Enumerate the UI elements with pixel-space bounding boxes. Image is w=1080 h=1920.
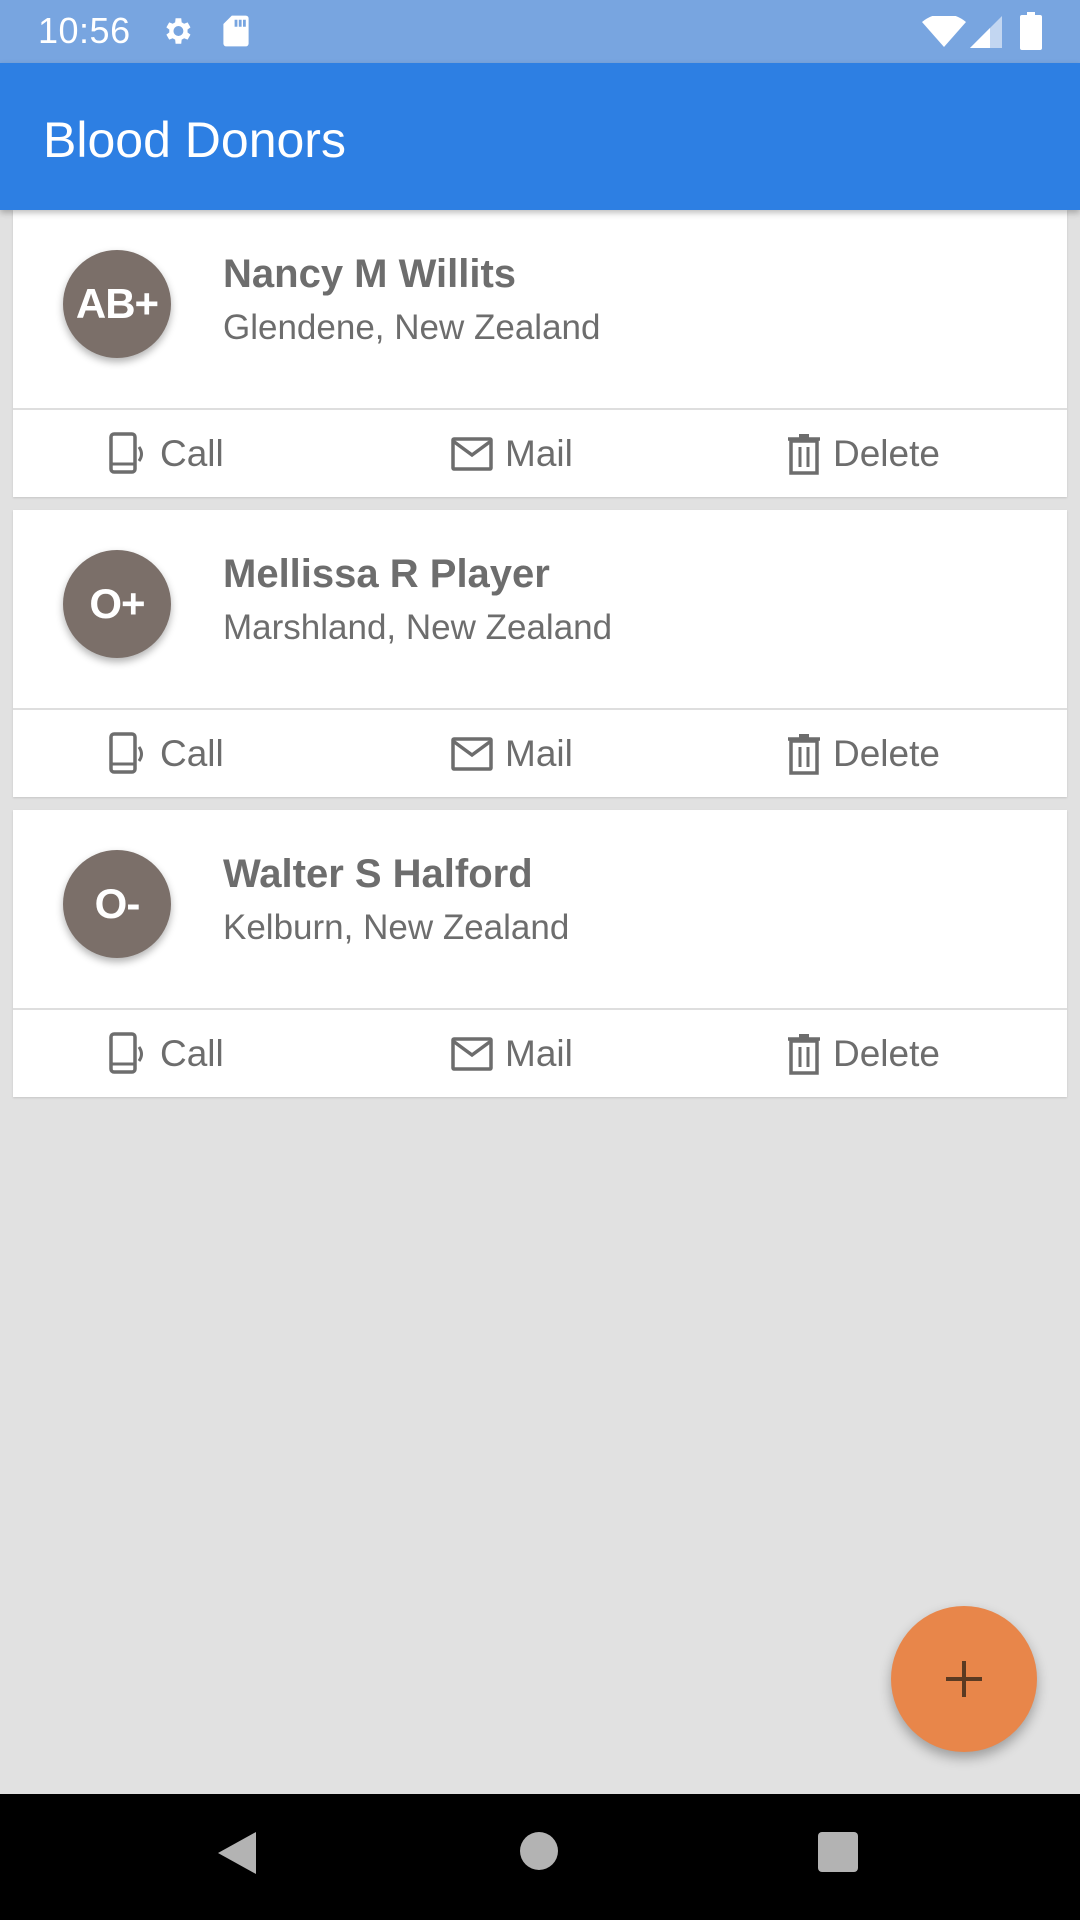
delete-label: Delete <box>833 432 940 474</box>
mail-icon <box>451 736 493 771</box>
donor-card-actions: Call Mail Delete <box>13 710 1067 797</box>
donor-list: AB+ Nancy M Willits Glendene, New Zealan… <box>13 210 1067 1110</box>
sd-card-icon <box>223 15 249 47</box>
donor-name: Mellissa R Player <box>223 552 550 596</box>
call-button[interactable]: Call <box>108 710 224 797</box>
app-bar: Blood Donors <box>0 63 1080 210</box>
delete-button[interactable]: Delete <box>787 1010 940 1097</box>
phone-icon <box>109 731 143 774</box>
delete-label: Delete <box>833 1032 940 1074</box>
battery-icon <box>1020 12 1042 50</box>
mail-icon <box>451 436 493 471</box>
home-icon[interactable] <box>520 1832 558 1870</box>
back-icon[interactable] <box>216 1830 258 1876</box>
donor-location: Kelburn, New Zealand <box>223 908 570 947</box>
donor-card-header[interactable]: O+ Mellissa R Player Marshland, New Zeal… <box>13 510 1067 710</box>
donor-card-header[interactable]: AB+ Nancy M Willits Glendene, New Zealan… <box>13 210 1067 410</box>
donor-location: Marshland, New Zealand <box>223 608 613 647</box>
call-button[interactable]: Call <box>108 410 224 497</box>
recents-icon[interactable] <box>818 1832 858 1872</box>
system-nav-bar <box>0 1794 1080 1920</box>
status-bar: 10:56 <box>0 0 1080 63</box>
delete-button[interactable]: Delete <box>787 710 940 797</box>
blood-type-avatar: O- <box>63 850 171 958</box>
phone-icon <box>109 431 143 474</box>
trash-icon <box>788 733 820 775</box>
donor-name: Walter S Halford <box>223 852 533 896</box>
call-label: Call <box>160 732 224 774</box>
mail-label: Mail <box>505 432 573 474</box>
call-label: Call <box>160 1032 224 1074</box>
donor-location: Glendene, New Zealand <box>223 308 601 347</box>
call-button[interactable]: Call <box>108 1010 224 1097</box>
phone-icon <box>109 1031 143 1074</box>
donor-card-header[interactable]: O- Walter S Halford Kelburn, New Zealand <box>13 810 1067 1010</box>
blood-type-avatar: O+ <box>63 550 171 658</box>
plus-icon <box>946 1661 982 1697</box>
blood-type-avatar: AB+ <box>63 250 171 358</box>
donor-card: O- Walter S Halford Kelburn, New Zealand… <box>13 810 1067 1097</box>
donor-card: AB+ Nancy M Willits Glendene, New Zealan… <box>13 210 1067 497</box>
mail-button[interactable]: Mail <box>451 410 573 497</box>
wifi-icon <box>922 16 966 47</box>
donor-card-actions: Call Mail Delete <box>13 410 1067 497</box>
trash-icon <box>788 1033 820 1075</box>
add-donor-button[interactable] <box>891 1606 1037 1752</box>
trash-icon <box>788 433 820 475</box>
delete-button[interactable]: Delete <box>787 410 940 497</box>
delete-label: Delete <box>833 732 940 774</box>
status-time: 10:56 <box>38 10 131 51</box>
donor-card: O+ Mellissa R Player Marshland, New Zeal… <box>13 510 1067 797</box>
signal-icon <box>970 16 1002 48</box>
mail-button[interactable]: Mail <box>451 1010 573 1097</box>
mail-label: Mail <box>505 1032 573 1074</box>
donor-name: Nancy M Willits <box>223 252 517 296</box>
mail-button[interactable]: Mail <box>451 710 573 797</box>
call-label: Call <box>160 432 224 474</box>
mail-label: Mail <box>505 732 573 774</box>
page-title: Blood Donors <box>43 112 346 168</box>
gear-icon <box>166 18 191 44</box>
donor-card-actions: Call Mail Delete <box>13 1010 1067 1097</box>
mail-icon <box>451 1036 493 1071</box>
